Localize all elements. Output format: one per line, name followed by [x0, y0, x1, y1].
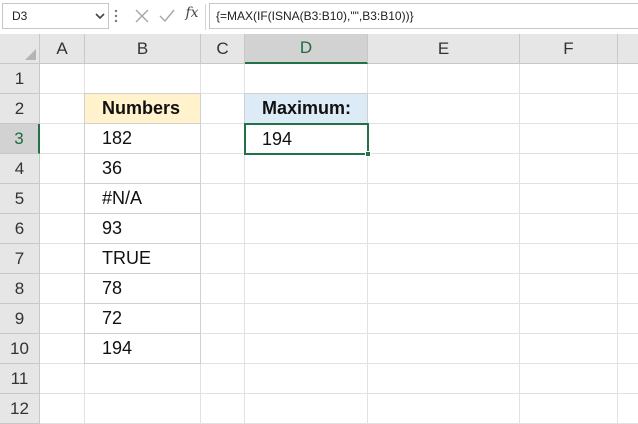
row-header-7[interactable]: 7 — [0, 244, 40, 274]
name-box-value: D3 — [12, 9, 28, 23]
row-header-12[interactable]: 12 — [0, 394, 40, 424]
cell-b2[interactable]: Numbers — [84, 93, 201, 124]
row-header-6[interactable]: 6 — [0, 214, 40, 244]
more-options-icon[interactable] — [113, 8, 119, 24]
row-header-1[interactable]: 1 — [0, 64, 40, 94]
column-header-f[interactable]: F — [520, 34, 618, 64]
cell-d2[interactable]: Maximum: — [244, 93, 368, 124]
chevron-down-icon[interactable] — [93, 9, 107, 23]
column-header-a[interactable]: A — [40, 34, 85, 64]
select-all-button[interactable] — [0, 34, 40, 64]
row-header-8[interactable]: 8 — [0, 274, 40, 304]
cell-b3[interactable]: 182 — [84, 123, 201, 154]
row-header-5[interactable]: 5 — [0, 184, 40, 214]
spreadsheet-grid[interactable]: A B C D E F 1 2 3 4 5 6 7 8 9 10 11 12 N… — [0, 34, 638, 424]
formula-text: {=MAX(IF(ISNA(B3:B10),"",B3:B10))} — [216, 9, 414, 23]
gridline — [40, 393, 638, 394]
column-header-c[interactable]: C — [201, 34, 245, 64]
cell-b4[interactable]: 36 — [84, 153, 201, 184]
gridline — [519, 64, 520, 424]
formula-input[interactable]: {=MAX(IF(ISNA(B3:B10),"",B3:B10))} — [209, 3, 638, 29]
row-header-2[interactable]: 2 — [0, 94, 40, 124]
formula-bar: D3 fx {=MAX(IF(ISNA(B3:B10),"",B3:B10))} — [0, 0, 638, 34]
select-all-triangle-icon — [25, 49, 36, 60]
gridline — [617, 64, 618, 424]
cell-b7[interactable]: TRUE — [84, 243, 201, 274]
column-header-d[interactable]: D — [245, 34, 368, 64]
row-header-3[interactable]: 3 — [0, 124, 40, 154]
cell-b9[interactable]: 72 — [84, 303, 201, 334]
fill-handle[interactable] — [365, 151, 371, 157]
cell-b5[interactable]: #N/A — [84, 183, 201, 214]
cell-b8[interactable]: 78 — [84, 273, 201, 304]
insert-function-button[interactable]: fx — [180, 5, 204, 25]
cell-b10[interactable]: 194 — [84, 333, 201, 364]
row-header-10[interactable]: 10 — [0, 334, 40, 364]
column-header-b[interactable]: B — [85, 34, 201, 64]
name-box[interactable]: D3 — [2, 3, 109, 29]
formula-bar-divider — [205, 4, 206, 30]
close-icon[interactable] — [133, 7, 151, 25]
row-header-11[interactable]: 11 — [0, 364, 40, 394]
check-icon[interactable] — [158, 7, 176, 25]
cell-d3[interactable]: 194 — [244, 123, 369, 155]
column-header-next[interactable] — [618, 34, 638, 64]
column-header-e[interactable]: E — [368, 34, 520, 64]
row-header-4[interactable]: 4 — [0, 154, 40, 184]
row-header-9[interactable]: 9 — [0, 304, 40, 334]
cell-b6[interactable]: 93 — [84, 213, 201, 244]
